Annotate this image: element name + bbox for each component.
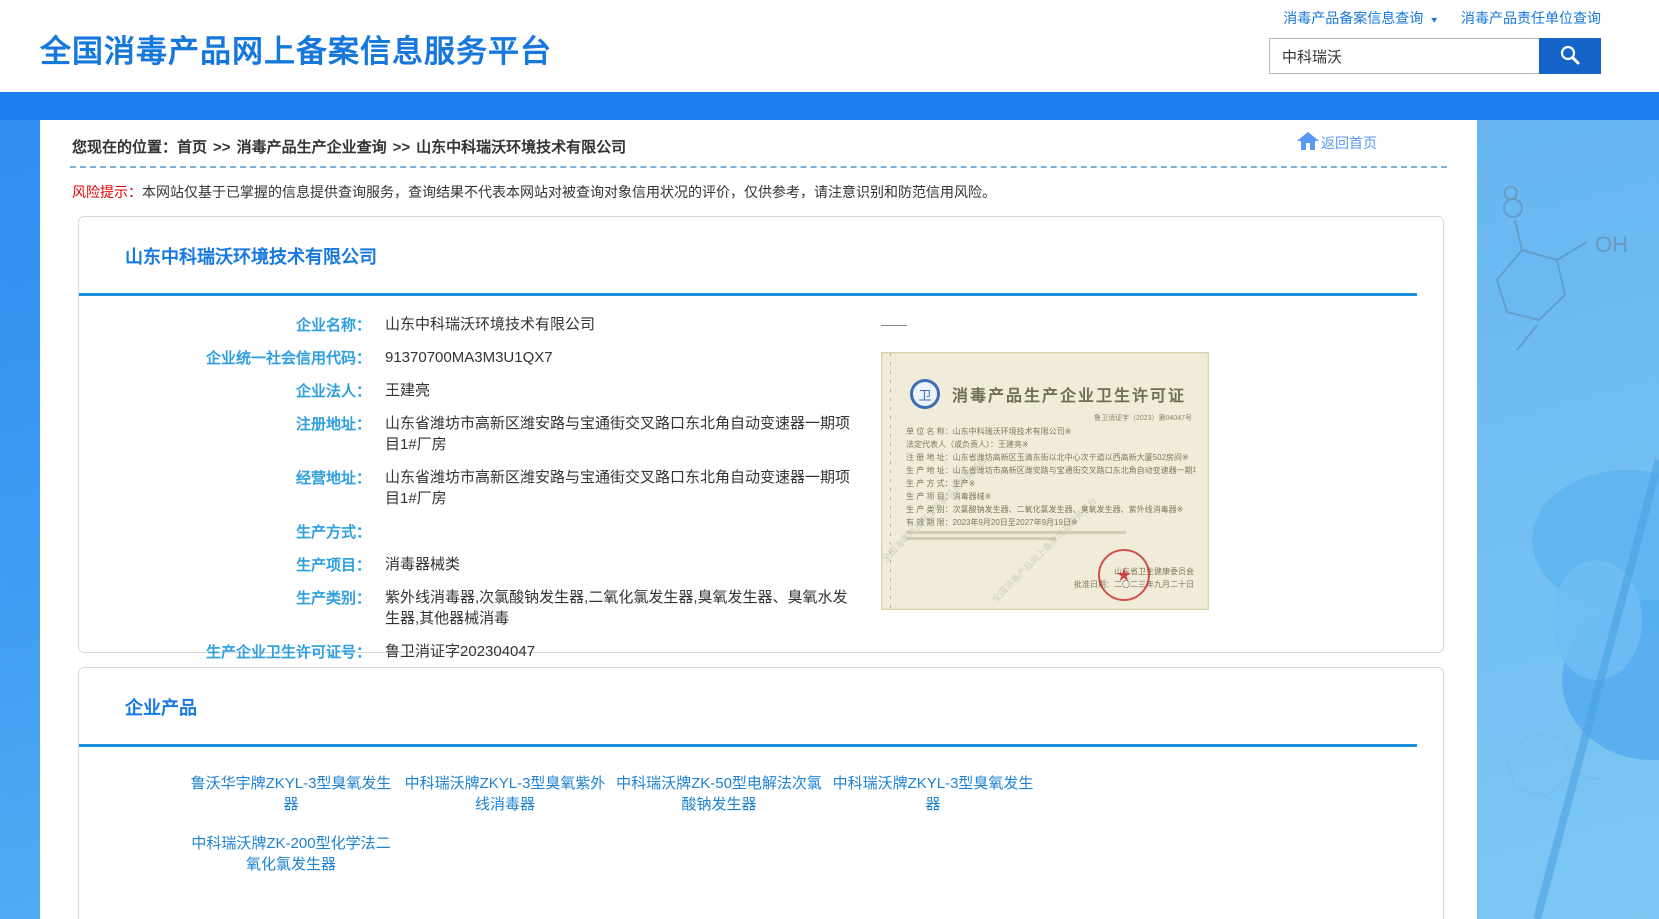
svg-text:O: O: [1503, 183, 1519, 205]
molecule-decoration: OH O: [1477, 120, 1659, 919]
company-info-card: 山东中科瑞沃环境技术有限公司 企业名称： 山东中科瑞沃环境技术有限公司 企业统一…: [78, 216, 1444, 653]
page-header: 全国消毒产品网上备案信息服务平台 消毒产品备案信息查询 ▼ 消毒产品责任单位查询: [0, 0, 1659, 92]
product-link-5[interactable]: 中科瑞沃牌ZK-200型化学法二氧化氯发生器: [184, 833, 398, 875]
site-title: 全国消毒产品网上备案信息服务平台: [40, 26, 552, 71]
field-credit-code: 企业统一社会信用代码： 91370700MA3M3U1QX7: [79, 341, 1443, 374]
field-production-item: 生产项目： 消毒器械类: [79, 548, 1443, 581]
dash-mark: [881, 325, 907, 326]
header-right: 消毒产品备案信息查询 ▼ 消毒产品责任单位查询: [1269, 8, 1601, 74]
banner-strip: [0, 92, 1659, 120]
top-nav: 消毒产品备案信息查询 ▼ 消毒产品责任单位查询: [1269, 8, 1601, 28]
product-link-3[interactable]: 中科瑞沃牌ZK-50型电解法次氯酸钠发生器: [612, 773, 826, 815]
certificate-number: 鲁卫消证字（2023）第04047号: [882, 413, 1208, 423]
breadcrumb-enterprise-query[interactable]: 消毒产品生产企业查询: [237, 139, 387, 156]
breadcrumb-row: 您现在的位置：首页>>消毒产品生产企业查询>>山东中科瑞沃环境技术有限公司 返回…: [40, 120, 1477, 156]
back-home-link[interactable]: 返回首页: [1297, 132, 1377, 153]
breadcrumb-home[interactable]: 首页: [177, 139, 207, 156]
certificate-title: 消毒产品生产企业卫生许可证: [952, 382, 1186, 406]
search-box: [1269, 38, 1601, 74]
company-fields: 企业名称： 山东中科瑞沃环境技术有限公司 企业统一社会信用代码： 9137070…: [79, 296, 1443, 701]
product-link-2[interactable]: 中科瑞沃牌ZKYL-3型臭氧紫外线消毒器: [398, 773, 612, 815]
home-icon: [1297, 132, 1321, 153]
license-certificate-image: 全国消毒产品网上备案信息服务平台 全国消毒产品网上备案信息服务平台 卫 消毒产品…: [881, 352, 1209, 610]
search-input[interactable]: [1269, 38, 1539, 74]
product-link-1[interactable]: 鲁沃华宇牌ZKYL-3型臭氧发生器: [184, 773, 398, 815]
search-icon: [1558, 43, 1582, 70]
certificate-header: 卫 消毒产品生产企业卫生许可证: [882, 353, 1208, 409]
field-license-number: 生产企业卫生许可证号： 鲁卫消证字202304047: [79, 635, 1443, 668]
field-legal-person: 企业法人： 王建亮: [79, 374, 1443, 407]
red-seal-icon: ★: [1098, 549, 1150, 601]
nav-disinfection-record-query[interactable]: 消毒产品备案信息查询: [1283, 10, 1423, 26]
breadcrumb: 您现在的位置：首页>>消毒产品生产企业查询>>山东中科瑞沃环境技术有限公司: [72, 136, 1445, 157]
risk-label: 风险提示：: [72, 184, 142, 200]
chevron-down-icon: ▼: [1429, 16, 1439, 25]
certificate-fine-print: [906, 531, 1126, 540]
risk-text: 本网站仅基于已掌握的信息提供查询服务，查询结果不代表本网站对被查询对象信用状况的…: [142, 184, 996, 200]
company-card-title: 山东中科瑞沃环境技术有限公司: [79, 217, 1443, 269]
risk-notice: 风险提示：本网站仅基于已掌握的信息提供查询服务，查询结果不代表本网站对被查询对象…: [40, 168, 1477, 202]
field-company-name: 企业名称： 山东中科瑞沃环境技术有限公司: [79, 308, 1443, 341]
certificate-emblem-icon: 卫: [910, 379, 940, 409]
field-production-category: 生产类别： 紫外线消毒器,次氯酸钠发生器,二氧化氯发生器,臭氧发生器、臭氧水发生…: [79, 581, 1443, 635]
products-card-title: 企业产品: [79, 668, 1443, 720]
field-registered-address: 注册地址： 山东省潍坊市高新区潍安路与宝通街交叉路口东北角自动变速器一期项目1#…: [79, 407, 1443, 461]
nav-responsible-unit-query[interactable]: 消毒产品责任单位查询: [1461, 10, 1601, 26]
search-button[interactable]: [1539, 38, 1601, 74]
breadcrumb-prefix: 您现在的位置：: [72, 139, 177, 156]
products-card: 企业产品 鲁沃华宇牌ZKYL-3型臭氧发生器中科瑞沃牌ZKYL-3型臭氧紫外线消…: [78, 667, 1444, 919]
certificate-lines: 单 位 名 称：山东中科瑞沃环境技术有限公司※ 法定代表人（或负责人）：王建亮※…: [882, 423, 1208, 529]
breadcrumb-current: 山东中科瑞沃环境技术有限公司: [416, 139, 626, 156]
product-link-4[interactable]: 中科瑞沃牌ZKYL-3型臭氧发生器: [826, 773, 1040, 815]
svg-text:OH: OH: [1595, 232, 1628, 257]
main-content: 您现在的位置：首页>>消毒产品生产企业查询>>山东中科瑞沃环境技术有限公司 返回…: [40, 120, 1477, 919]
field-business-address: 经营地址： 山东省潍坊市高新区潍安路与宝通街交叉路口东北角自动变速器一期项目1#…: [79, 461, 1443, 515]
product-list: 鲁沃华宇牌ZKYL-3型臭氧发生器中科瑞沃牌ZKYL-3型臭氧紫外线消毒器中科瑞…: [79, 747, 1443, 893]
field-production-mode: 生产方式：: [79, 515, 1443, 548]
